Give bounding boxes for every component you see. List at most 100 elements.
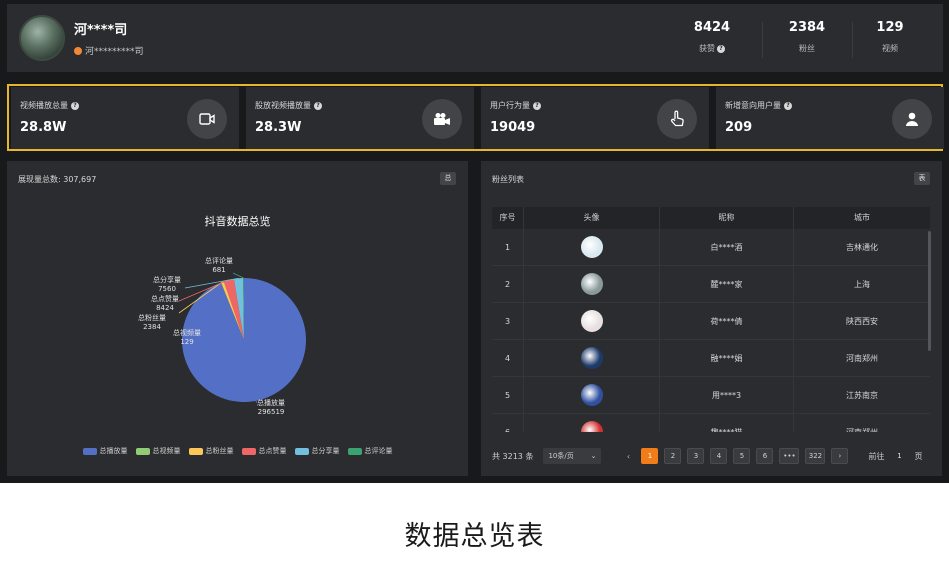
legend-label: 总评论量 [364, 447, 393, 455]
page-buttons: 1 2 3 4 5 6 ••• 322 [635, 448, 826, 464]
avatar[interactable] [580, 236, 603, 258]
goto-page-input[interactable]: 1 [888, 448, 910, 464]
table-scrollbar[interactable] [928, 231, 931, 351]
stat-likes: 8424 获赞? [667, 20, 757, 54]
table-row[interactable]: 1 白****酒 吉林通化 [492, 229, 930, 266]
page-button[interactable]: 5 [733, 448, 751, 464]
legend-label: 总视频量 [152, 447, 181, 455]
metric-card-new-intent-users[interactable]: 新增意向用户量? 209 [716, 87, 944, 149]
avatar[interactable] [580, 347, 603, 369]
page-button[interactable]: ••• [779, 448, 800, 464]
pie-slice-label: 总点赞量 8424 [151, 295, 179, 312]
figure-caption: 数据总览表 [404, 521, 545, 552]
metric-value: 28.3W [255, 120, 302, 135]
page-button[interactable]: 4 [710, 448, 728, 464]
legend-item[interactable]: 总播放量 [82, 446, 128, 456]
page-size-select[interactable]: 10条/页 ⌄ [543, 448, 602, 464]
row-avatar-cell [524, 303, 660, 339]
avatar[interactable] [580, 273, 603, 295]
row-index: 4 [492, 340, 524, 376]
prev-page-button[interactable]: ‹ [621, 452, 635, 461]
table-body: 1 白****酒 吉林通化 2 麓****家 上海 3 荷****倩 陕西西安 4 融****娟 河南… [492, 229, 930, 432]
pie-chart [178, 272, 306, 404]
table-row[interactable]: 5 用****3 江苏南京 [492, 377, 930, 414]
avatar[interactable] [580, 384, 603, 406]
user-sub-name: 河*********司 [85, 47, 144, 57]
stat-likes-label: 获赞 [699, 44, 715, 53]
table-row[interactable]: 4 融****娟 河南郑州 [492, 340, 930, 377]
video-camera-icon [187, 99, 227, 139]
goto-label: 前往 [868, 451, 885, 461]
metric-value: 209 [725, 120, 753, 135]
avatar[interactable] [580, 421, 603, 432]
pie-slice-label: 总评论量 681 [205, 257, 233, 274]
legend-label: 总粉丝量 [205, 447, 234, 455]
legend-label: 总播放量 [99, 447, 128, 455]
avatar[interactable] [19, 15, 65, 61]
row-city: 江苏南京 [846, 390, 878, 400]
page-button[interactable]: 1 [641, 448, 659, 464]
table-panel-title: 粉丝列表 [492, 175, 524, 184]
pie-slice-label: 总播放量 296519 [257, 399, 285, 416]
help-icon[interactable]: ? [784, 101, 792, 110]
chart-panel: 展现量总数: 307,697 总 抖音数据总览 总播放量 296519 总视频量 12… [7, 161, 468, 476]
metric-title: 股放视频播放量 [255, 101, 311, 110]
row-city: 上海 [854, 279, 870, 289]
pagination: 共 3213 条 10条/页 ⌄ ‹ 1 2 3 4 5 6 ••• 322 › 前往 1 页 [492, 447, 930, 465]
legend-item[interactable]: 总评论量 [347, 446, 393, 456]
table-row[interactable]: 3 荷****倩 陕西西安 [492, 303, 930, 340]
legend-label: 总分享量 [311, 447, 340, 455]
stat-fans-label: 粉丝 [799, 44, 815, 53]
stat-videos-value: 129 [876, 20, 904, 35]
pagination-total: 共 3213 条 [492, 451, 534, 461]
legend-item[interactable]: 总粉丝量 [188, 446, 234, 456]
page-button[interactable]: 322 [805, 448, 826, 464]
user-icon [892, 99, 932, 139]
row-city: 陕西西安 [846, 316, 878, 326]
help-icon[interactable]: ? [533, 101, 541, 110]
page-button[interactable]: 2 [664, 448, 682, 464]
legend-item[interactable]: 总视频量 [135, 446, 181, 456]
legend-label: 总点赞量 [258, 447, 287, 455]
chart-legend: 总播放量 总视频量 总粉丝量 总点赞量 总分享量 总评论量 [7, 446, 468, 456]
column-header-city: 城市 [854, 213, 870, 222]
next-page-button[interactable]: › [831, 448, 849, 464]
stat-videos: 129 视频 [845, 20, 935, 54]
pie-slice-label: 总粉丝量 2384 [138, 314, 166, 331]
column-header-nickname: 昵称 [660, 207, 794, 229]
metric-title: 新增意向用户量 [725, 101, 781, 110]
row-nickname: 荷****倩 [660, 303, 794, 339]
metric-card-total-plays[interactable]: 视频播放总量? 28.8W [11, 87, 239, 149]
metric-value: 19049 [490, 120, 536, 135]
help-icon[interactable]: ? [71, 101, 79, 110]
row-index: 2 [492, 266, 524, 302]
legend-swatch [347, 447, 362, 455]
legend-item[interactable]: 总分享量 [294, 446, 340, 456]
help-icon[interactable]: ? [717, 44, 725, 53]
avatar[interactable] [580, 310, 603, 332]
profile-header: 河****司 河*********司 8424 获赞? 2384 粉丝 129 … [7, 4, 943, 72]
stat-likes-value: 8424 [693, 20, 731, 35]
row-nickname: 麓****家 [660, 266, 794, 302]
table-toggle-button[interactable]: 表 [914, 172, 930, 185]
metric-title: 用户行为量 [490, 101, 530, 110]
metric-card-user-actions[interactable]: 用户行为量? 19049 [481, 87, 709, 149]
user-name: 河****司 [74, 23, 128, 38]
legend-item[interactable]: 总点赞量 [241, 446, 287, 456]
goto-page: 前往 1 页 [868, 448, 922, 464]
table-row[interactable]: 2 麓****家 上海 [492, 266, 930, 303]
verified-badge-icon [74, 46, 82, 55]
metric-card-launch-plays[interactable]: 股放视频播放量? 28.3W [246, 87, 474, 149]
legend-swatch [135, 447, 150, 455]
row-city: 吉林通化 [846, 242, 878, 252]
chevron-down-icon: ⌄ [590, 452, 597, 460]
goto-suffix: 页 [914, 451, 923, 461]
row-avatar-cell [524, 266, 660, 302]
metric-value: 28.8W [20, 120, 67, 135]
tap-hand-icon [657, 99, 697, 139]
metrics-row: 视频播放总量? 28.8W 股放视频播放量? 28.3W 用户行为量? 1904… [7, 84, 944, 151]
page-button[interactable]: 6 [756, 448, 774, 464]
table-row[interactable]: 6 趣****猫 河南郑州 [492, 414, 930, 432]
help-icon[interactable]: ? [314, 101, 322, 110]
page-button[interactable]: 3 [687, 448, 705, 464]
